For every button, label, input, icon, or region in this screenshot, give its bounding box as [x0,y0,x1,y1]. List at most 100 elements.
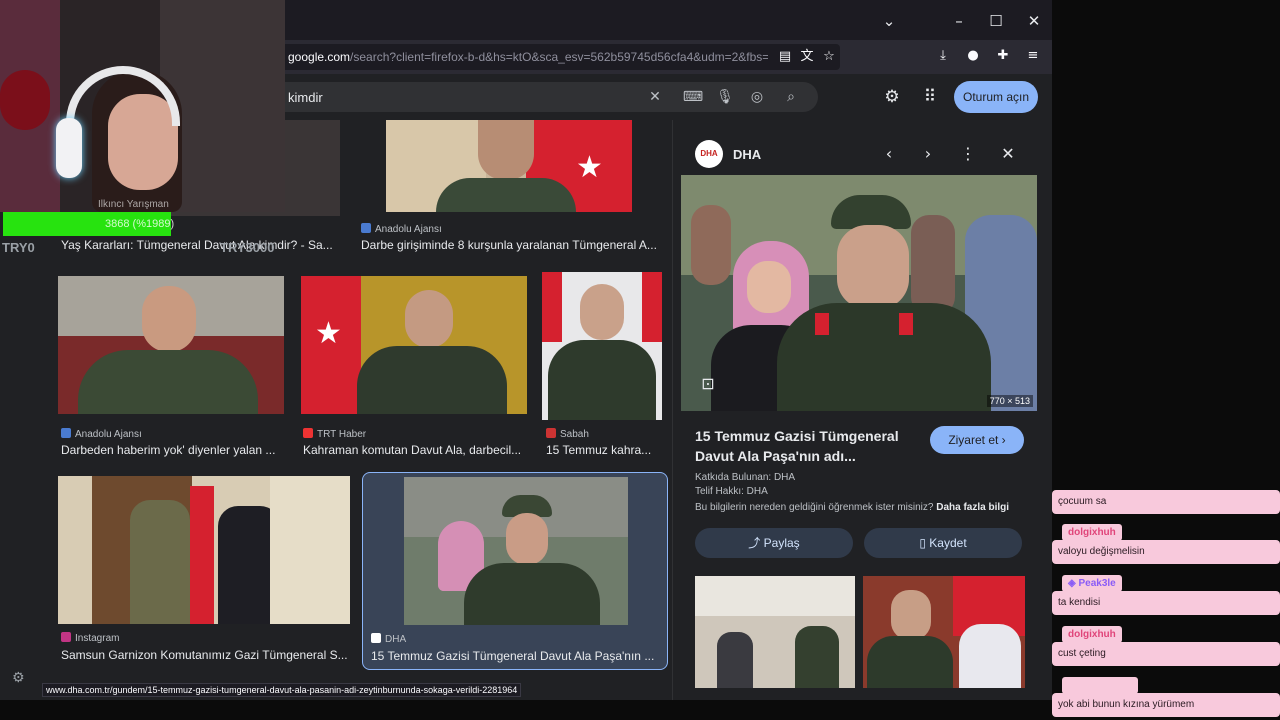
general-uniform [78,350,258,414]
minimize-icon[interactable]: – [948,10,970,32]
dha-favicon-icon [371,633,381,643]
maximize-icon[interactable]: ☐ [985,10,1007,32]
turkish-flag [190,486,214,624]
result-thumb-3[interactable] [58,276,284,414]
turkish-flag-right [642,272,662,342]
related-image-2[interactable] [863,576,1025,688]
preview-image[interactable]: ⊡ 770 × 513 [681,175,1037,411]
general-face [405,290,453,348]
chevron-right-icon[interactable]: › [917,143,939,165]
account-icon[interactable]: ● [962,45,984,67]
info-link[interactable]: Daha fazla bilgi [936,502,1009,513]
result-thumb-6[interactable] [58,476,350,624]
search-input[interactable]: kimdir [288,90,323,105]
save-button[interactable]: ▯ Kaydet [864,528,1022,558]
menu-icon[interactable]: ≡ [1022,45,1044,67]
collar-tab [899,313,913,335]
settings-gear-icon[interactable]: ⚙ [12,670,25,686]
overlay-sidebar [0,212,40,700]
url-path: /search?client=firefox-b-d&hs=ktO&sca_es… [350,50,768,64]
chat-message-2: valoyu değişmelisin [1052,540,1280,564]
panel-source[interactable]: DHA [733,147,761,162]
share-button[interactable]: ⤴ Paylaş [695,528,853,558]
result-caption-1[interactable]: Yaş Kararları: Tümgeneral Davut Ala kimd… [61,238,341,252]
result-thumb-2[interactable]: ★ [386,120,632,212]
result-thumb-4[interactable]: ★ [301,276,527,414]
clear-search-icon[interactable]: ✕ [644,86,666,108]
woman-face [747,261,791,313]
general-face [580,284,624,340]
headphones-cup [56,118,82,178]
chat-user-5 [1062,677,1138,694]
close-icon[interactable]: ✕ [1023,10,1045,32]
flag-star-icon: ★ [576,150,603,185]
general-uniform [777,303,991,411]
man-white-shirt [959,624,1021,688]
url-text: google.com/search?client=firefox-b-d&hs=… [288,50,768,64]
stream-screen: { "browser": { "url_host": "google.com",… [0,0,1280,720]
general-face [891,590,931,640]
result-source-name-5: Sabah [560,429,589,440]
general-uniform [357,346,507,414]
apps-grid-icon[interactable]: ⠿ [919,86,941,108]
lens-icon[interactable]: ◎ [746,86,768,108]
result-caption-3[interactable]: Darbeden haberim yok' diyenler yalan ... [61,443,283,457]
extensions-icon[interactable]: ✚ [992,45,1014,67]
general-uniform [867,636,953,688]
aa-favicon-icon [61,428,71,438]
more-vert-icon[interactable]: ⋮ [957,143,979,165]
status-url: www.dha.com.tr/gundem/15-temmuz-gazisi-t… [42,683,522,697]
general-beret [831,195,911,229]
webcam-feed [0,0,285,212]
result-source-name-6: Instagram [75,633,120,644]
result-thumb-5[interactable] [542,272,662,420]
translate-icon[interactable]: 文 [796,46,818,68]
copyright-line: Telif Hakkı: DHA [695,486,768,497]
flag-star-icon: ★ [315,316,342,351]
result-source-4: TRT Haber [303,428,366,440]
selected-result-card[interactable]: DHA 15 Temmuz Gazisi Tümgeneral Davut Al… [362,472,668,670]
share-icon: ⤴ [748,536,761,550]
settings-gear-icon[interactable]: ⚙ [881,86,903,108]
microphone-icon[interactable]: 🎙 [714,86,736,108]
chat-user-3: ◈ Peak3le [1062,575,1122,592]
result-caption-5[interactable]: 15 Temmuz kahra... [546,443,662,457]
general-face [506,513,548,565]
result-caption-7: 15 Temmuz Gazisi Tümgeneral Davut Ala Pa… [371,649,655,663]
close-panel-icon[interactable]: ✕ [997,143,1019,165]
share-label: Paylaş [763,536,800,550]
result-caption-4[interactable]: Kahraman komutan Davut Ala, darbecil... [303,443,525,457]
visit-button[interactable]: Ziyaret et › [930,426,1024,454]
related-image-1[interactable] [695,576,855,688]
bookmark-star-icon[interactable]: ☆ [818,46,840,68]
trt-favicon-icon [303,428,313,438]
signin-button[interactable]: Oturum açın [954,81,1038,113]
wall-right [270,476,350,624]
search-icon[interactable]: ⌕ [780,86,802,108]
red-light [0,70,50,130]
result-source-6: Instagram [61,632,119,644]
reader-view-icon[interactable]: ▤ [774,46,796,68]
panel-title[interactable]: 15 Temmuz Gazisi Tümgeneral Davut Ala Pa… [695,426,915,466]
result-source-name-4: TRT Haber [317,429,367,440]
general-uniform [464,563,600,625]
lens-search-icon[interactable]: ⊡ [697,373,719,395]
result-caption-2[interactable]: Darbe girişiminde 8 kurşunla yaralanan T… [361,238,661,252]
dha-logo[interactable]: DHA [695,140,723,168]
downloads-icon[interactable]: ⤓ [932,45,954,67]
result-source-name-3: Anadolu Ajansı [75,429,142,440]
tab-list-icon[interactable]: ⌄ [878,10,900,32]
crowd-person [691,205,731,285]
save-label: Kaydet [929,536,967,550]
search-box[interactable]: kimdir ✕ ⌨ 🎙 ◎ ⌕ [270,82,818,112]
result-caption-6[interactable]: Samsun Garnizon Komutanımız Gazi Tümgene… [61,648,351,662]
keyboard-icon[interactable]: ⌨ [682,86,704,108]
chevron-left-icon[interactable]: ‹ [878,143,900,165]
try-right-tag: TRY3000 [220,240,275,255]
result-source-name-7: DHA [385,634,407,645]
general-uniform [548,340,656,420]
soldier-camo [130,500,190,624]
aa-favicon-icon [361,223,371,233]
url-bar[interactable]: google.com/search?client=firefox-b-d&hs=… [280,44,840,70]
chat-message-1: çocuum sa [1052,490,1280,514]
